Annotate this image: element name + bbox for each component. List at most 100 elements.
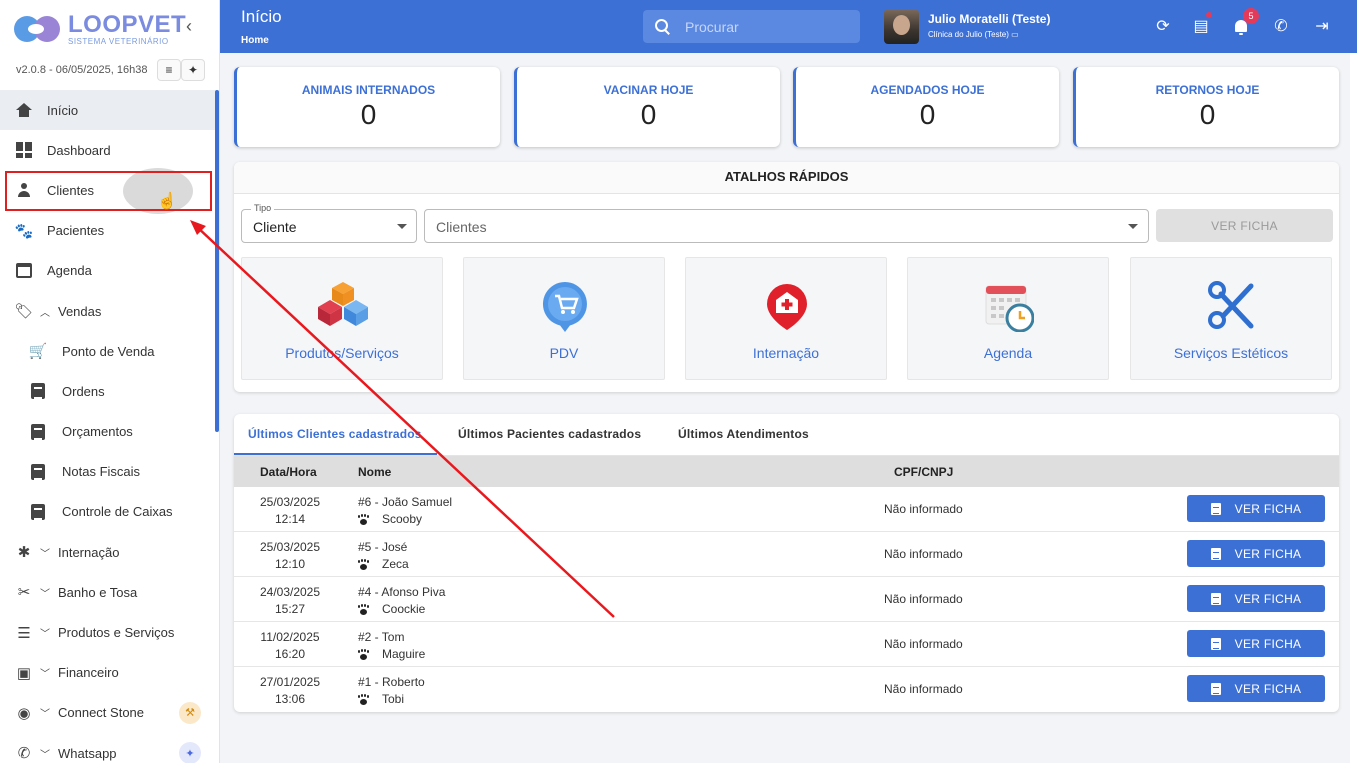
table-row[interactable]: 24/03/2025 15:27 #4 - Afonso Piva Coockie … — [234, 577, 1339, 622]
stat-title: VACINAR HOJE — [603, 83, 694, 97]
sidebar-item-financeiro[interactable]: ▣ ﹀ Financeiro — [0, 653, 215, 693]
sidebar-item-notas-fiscais[interactable]: Notas Fiscais — [0, 452, 215, 492]
ver-ficha-button[interactable]: VER FICHA — [1187, 585, 1325, 612]
sidebar-scrollbar[interactable] — [215, 90, 219, 432]
menu-list-button[interactable]: ≡ — [157, 59, 181, 81]
shortcut-label: Serviços Estéticos — [1173, 345, 1289, 361]
row-name-cell: #6 - João Samuel Scooby — [358, 494, 452, 528]
table-row[interactable]: 25/03/2025 12:10 #5 - José Zeca Não inform… — [234, 532, 1339, 577]
sidebar-item-dashboard[interactable]: Dashboard — [0, 130, 215, 170]
sidebar-item-ponto-de-venda[interactable]: 🛒 Ponto de Venda — [0, 331, 215, 371]
row-datetime: 11/02/2025 16:20 — [234, 629, 346, 663]
row-time: 12:14 — [274, 512, 306, 526]
row-cpf: Não informado — [884, 502, 963, 516]
row-cpf: Não informado — [884, 547, 963, 561]
paw-icon — [358, 649, 368, 660]
row-datetime: 25/03/2025 12:14 — [234, 494, 346, 528]
hand-cursor-icon: ☝ — [157, 193, 177, 210]
tab-ultimos-clientes[interactable]: Últimos Clientes cadastrados — [248, 427, 422, 441]
highlight-box — [5, 171, 212, 211]
sidebar-item-label: Pacientes — [47, 223, 105, 239]
tipo-label: Tipo — [251, 203, 275, 213]
sidebar-item-inicio[interactable]: Início — [0, 90, 215, 131]
tipo-select[interactable]: Tipo Cliente — [241, 203, 417, 243]
row-name-cell: #4 - Afonso Piva Coockie — [358, 584, 445, 618]
chevron-left-icon[interactable]: ‹ — [186, 16, 192, 37]
pet-name: Coockie — [382, 602, 426, 616]
stat-title: AGENDADOS HOJE — [870, 83, 985, 97]
sidebar-item-orcamentos[interactable]: Orçamentos — [0, 412, 215, 452]
paw-icon — [358, 559, 368, 570]
sparkle-icon: ✦ — [187, 63, 199, 77]
sidebar-item-label: Controle de Caixas — [62, 504, 173, 520]
clientes-select[interactable]: Clientes — [424, 209, 1149, 243]
sidebar-item-connect-stone[interactable]: ◉ ﹀ Connect Stone ⚒ — [0, 693, 215, 733]
row-date: 27/01/2025 — [259, 675, 321, 689]
avatar[interactable] — [884, 9, 919, 44]
ver-ficha-button[interactable]: VER FICHA — [1187, 495, 1325, 522]
shortcut-agenda[interactable]: Agenda — [907, 257, 1109, 380]
register-icon[interactable]: ▤ — [1190, 15, 1212, 37]
storage-icon: ☰ — [17, 624, 31, 642]
breadcrumb[interactable]: Home — [241, 35, 269, 46]
tab-ultimos-pacientes[interactable]: Últimos Pacientes cadastrados — [458, 427, 641, 441]
refresh-icon[interactable]: ⟳ — [1152, 15, 1174, 37]
stat-card-retornos[interactable]: RETORNOS HOJE 0 — [1073, 67, 1339, 147]
row-time: 12:10 — [274, 557, 306, 571]
sidebar-item-vendas[interactable]: 🏷 ︿ Vendas — [0, 291, 215, 331]
tab-ultimos-atendimentos[interactable]: Últimos Atendimentos — [678, 427, 809, 441]
sidebar-item-label: Ponto de Venda — [62, 343, 155, 359]
page-scrollbar[interactable] — [1350, 53, 1357, 763]
sidebar-item-controle-de-caixas[interactable]: Controle de Caixas — [0, 492, 215, 532]
sidebar-item-produtos-e-servicos[interactable]: ☰ ﹀ Produtos e Serviços — [0, 612, 215, 652]
sidebar-item-banho-e-tosa[interactable]: ✂ ﹀ Banho e Tosa — [0, 572, 215, 612]
ver-ficha-button-disabled[interactable]: VER FICHA — [1156, 209, 1333, 242]
shortcut-internacao[interactable]: Internação — [685, 257, 887, 380]
sidebar-item-whatsapp[interactable]: ✆ ﹀ Whatsapp ✦ — [0, 733, 215, 763]
register-dot — [1206, 12, 1212, 18]
clipboard-icon — [1210, 547, 1221, 560]
table-row[interactable]: 11/02/2025 16:20 #2 - Tom Maguire Não info… — [234, 622, 1339, 667]
logout-icon[interactable]: ⇥ — [1311, 15, 1333, 37]
ver-ficha-button[interactable]: VER FICHA — [1187, 630, 1325, 657]
shortcut-produtos-servicos[interactable]: Produtos/Serviços — [241, 257, 443, 380]
shortcut-pdv[interactable]: PDV — [463, 257, 665, 380]
row-name-cell: #2 - Tom Maguire — [358, 629, 425, 663]
dashboard-icon — [14, 140, 34, 160]
column-header-data-hora[interactable]: Data/Hora — [260, 465, 317, 479]
row-datetime: 25/03/2025 12:10 — [234, 539, 346, 573]
clinic-label: Clínica do Julio (Teste) — [928, 30, 1009, 39]
ver-ficha-button[interactable]: VER FICHA — [1187, 675, 1325, 702]
ver-ficha-button[interactable]: VER FICHA — [1187, 540, 1325, 567]
contactless-icon: ◉ — [17, 704, 31, 722]
list-icon — [28, 381, 48, 401]
clinic-name[interactable]: Clínica do Julio (Teste) ▭ — [928, 30, 1019, 39]
clipboard-icon — [1210, 637, 1221, 650]
sidebar-item-label: Connect Stone — [58, 705, 145, 721]
sidebar-item-agenda[interactable]: Agenda — [0, 251, 215, 291]
search-box[interactable] — [643, 10, 860, 43]
search-input[interactable] — [685, 18, 845, 35]
laptop-icon: ▭ — [1011, 30, 1019, 39]
sidebar-item-pacientes[interactable]: 🐾 Pacientes — [0, 211, 215, 251]
whatsapp-icon[interactable]: ✆ — [1270, 15, 1292, 37]
stat-value: 0 — [640, 99, 657, 130]
user-name[interactable]: Julio Moratelli (Teste) — [928, 12, 1050, 26]
stat-card-agendados[interactable]: AGENDADOS HOJE 0 — [793, 67, 1059, 147]
column-header-nome[interactable]: Nome — [358, 465, 391, 479]
stat-value: 0 — [919, 99, 936, 130]
table-row[interactable]: 27/01/2025 13:06 #1 - Roberto Tobi Não inf… — [234, 667, 1339, 712]
table-row[interactable]: 25/03/2025 12:14 #6 - João Samuel Scooby N… — [234, 487, 1339, 532]
loopvet-logo[interactable]: LOOPVET SISTEMA VETERINÁRIO — [14, 12, 186, 46]
column-header-cpf-cnpj[interactable]: CPF/CNPJ — [894, 465, 953, 479]
client-name: #1 - Roberto — [358, 675, 425, 689]
row-datetime: 27/01/2025 13:06 — [234, 674, 346, 708]
sidebar-item-ordens[interactable]: Ordens — [0, 371, 215, 411]
sidebar-item-internacao[interactable]: ✱ ﹀ Internação — [0, 532, 215, 572]
stat-value: 0 — [360, 99, 377, 130]
scissors-icon: ✂ — [17, 584, 31, 602]
magic-button[interactable]: ✦ — [181, 59, 205, 81]
stat-card-vacinar[interactable]: VACINAR HOJE 0 — [514, 67, 780, 147]
shortcut-servicos-esteticos[interactable]: Serviços Estéticos — [1130, 257, 1332, 380]
stat-card-internados[interactable]: ANIMAIS INTERNADOS 0 — [234, 67, 500, 147]
